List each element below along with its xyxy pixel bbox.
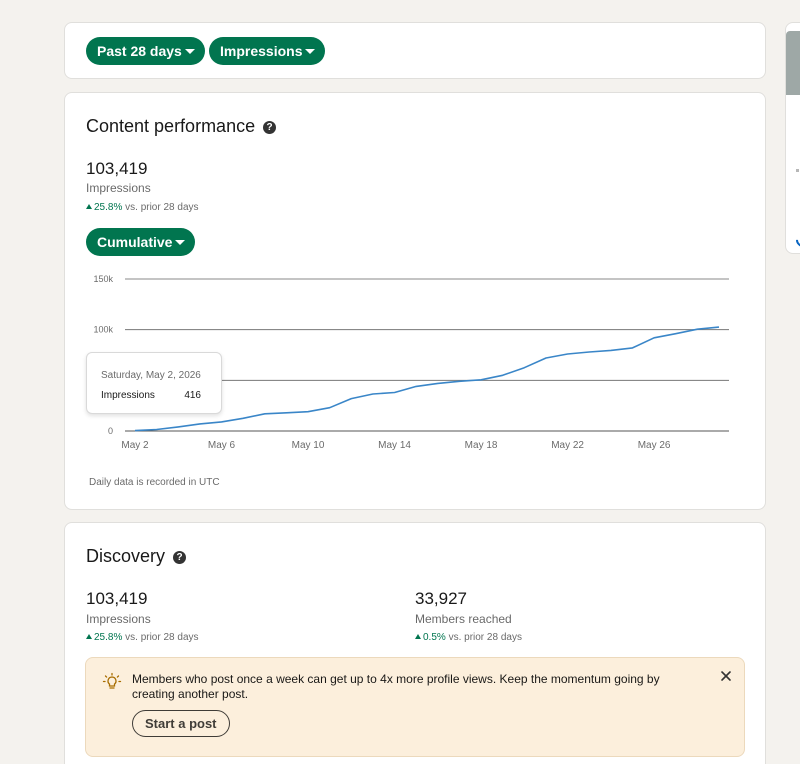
x-tick-label: May 18 — [465, 440, 498, 451]
x-tick-label: May 26 — [638, 440, 671, 451]
y-tick-label: 150k — [93, 274, 113, 284]
date-range-dropdown[interactable]: Past 28 days — [86, 37, 205, 65]
help-icon[interactable]: ? — [173, 551, 187, 564]
side-card — [785, 22, 800, 254]
x-tick-label: May 2 — [121, 440, 149, 451]
content-performance-card: Content performance? 103,419 Impressions… — [64, 92, 766, 510]
delta-text: vs. prior 28 days — [122, 632, 199, 643]
up-arrow-icon — [86, 634, 92, 639]
discovery-title: Discovery? — [86, 546, 187, 567]
metric-label: Impressions — [220, 43, 303, 59]
discovery-title-text: Discovery — [86, 546, 166, 566]
date-range-label: Past 28 days — [97, 43, 182, 59]
discovery-impressions-label: Impressions — [86, 612, 151, 626]
caret-down-icon — [184, 49, 195, 54]
tooltip-date: Saturday, May 2, 2026 — [101, 370, 201, 381]
discovery-impressions: 103,419 — [86, 589, 148, 608]
start-post-button[interactable]: Start a post — [132, 710, 230, 737]
impressions-chart[interactable]: 0 100k 150k May 2 May 6 May 10 May 14 May 18 May… — [65, 93, 765, 473]
members-reached-label: Members reached — [415, 612, 512, 626]
side-card-ring-icon — [793, 230, 800, 250]
members-reached-delta: 0.5% vs. prior 28 days — [415, 632, 522, 643]
chart-tooltip: Saturday, May 2, 2026 Impressions 416 — [86, 352, 222, 414]
x-tick-label: May 6 — [208, 440, 236, 451]
side-card-mark — [796, 169, 799, 172]
y-tick-label: 0 — [108, 426, 113, 436]
x-tick-label: May 14 — [378, 440, 411, 451]
delta-text: vs. prior 28 days — [445, 632, 522, 643]
tooltip-label: Impressions — [101, 390, 155, 401]
caret-down-icon — [305, 49, 316, 54]
impressions-line[interactable] — [134, 326, 720, 432]
filter-card: Past 28 days Impressions — [64, 22, 766, 79]
members-reached: 33,927 — [415, 589, 467, 608]
delta-value: 25.8% — [94, 632, 123, 643]
tip-banner: Members who post once a week can get up … — [85, 657, 745, 757]
discovery-impressions-delta: 25.8% vs. prior 28 days — [86, 632, 199, 643]
x-tick-label: May 10 — [292, 440, 325, 451]
lightbulb-icon — [102, 672, 122, 689]
utc-note: Daily data is recorded in UTC — [89, 477, 220, 488]
side-card-banner — [786, 31, 800, 95]
tip-text: Members who post once a week can get up … — [132, 672, 660, 701]
delta-value: 0.5% — [423, 632, 446, 643]
tooltip-value: 416 — [184, 390, 201, 401]
discovery-card: Discovery? 103,419 Impressions 25.8% vs.… — [64, 522, 766, 764]
metric-dropdown[interactable]: Impressions — [209, 37, 326, 65]
y-tick-label: 100k — [93, 325, 113, 335]
up-arrow-icon — [415, 634, 421, 639]
close-icon[interactable] — [718, 668, 734, 684]
x-tick-label: May 22 — [551, 440, 584, 451]
